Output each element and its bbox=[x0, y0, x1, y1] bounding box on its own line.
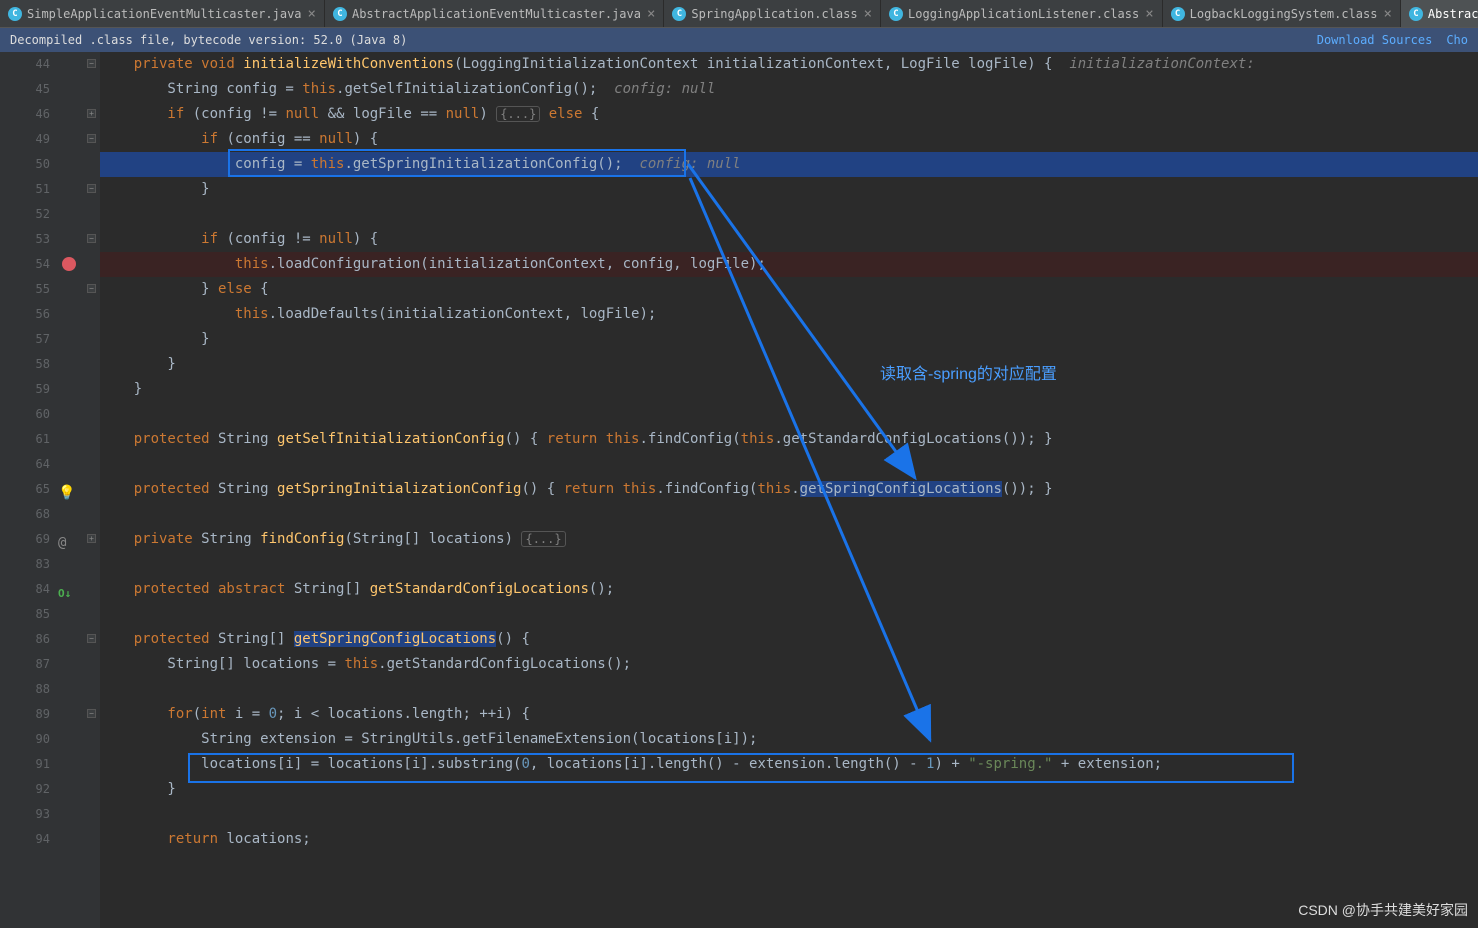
tab-label: LoggingApplicationListener.class bbox=[908, 7, 1139, 21]
code-line[interactable]: if (config == null) { bbox=[100, 127, 1478, 152]
code-line[interactable]: } bbox=[100, 177, 1478, 202]
code-line[interactable]: } bbox=[100, 377, 1478, 402]
code-editor: 44− 45 46+ 49− 50 51− 52 53− 54 55− 56 5… bbox=[0, 52, 1478, 928]
close-icon[interactable]: × bbox=[647, 6, 655, 22]
tab-label: AbstractApplicationEventMulticaster.java bbox=[352, 7, 641, 21]
tab-label: SpringApplication.class bbox=[691, 7, 857, 21]
code-line[interactable] bbox=[100, 502, 1478, 527]
code-line[interactable] bbox=[100, 677, 1478, 702]
decompiled-info-bar: Decompiled .class file, bytecode version… bbox=[0, 28, 1478, 52]
choose-sources-link[interactable]: Cho bbox=[1446, 33, 1468, 47]
editor-tabs: C SimpleApplicationEventMulticaster.java ×… bbox=[0, 0, 1478, 28]
code-line[interactable]: } bbox=[100, 327, 1478, 352]
code-line[interactable]: return locations; bbox=[100, 827, 1478, 852]
code-line[interactable] bbox=[100, 802, 1478, 827]
code-line[interactable]: this.loadDefaults(initializationContext,… bbox=[100, 302, 1478, 327]
code-line[interactable] bbox=[100, 602, 1478, 627]
code-line[interactable] bbox=[100, 452, 1478, 477]
class-icon: C bbox=[333, 7, 347, 21]
code-line[interactable] bbox=[100, 552, 1478, 577]
class-icon: C bbox=[1409, 7, 1423, 21]
line-gutter: 44− 45 46+ 49− 50 51− 52 53− 54 55− 56 5… bbox=[0, 52, 100, 928]
class-icon: C bbox=[1171, 7, 1185, 21]
code-line[interactable]: protected String getSelfInitializationCo… bbox=[100, 427, 1478, 452]
tab-label: SimpleApplicationEventMulticaster.java bbox=[27, 7, 302, 21]
code-line[interactable]: private void initializeWithConventions(L… bbox=[100, 52, 1478, 77]
tab-logback[interactable]: C LogbackLoggingSystem.class × bbox=[1163, 0, 1401, 27]
code-line[interactable]: locations[i] = locations[i].substring(0,… bbox=[100, 752, 1478, 777]
fold-icon[interactable]: + bbox=[87, 534, 96, 543]
tab-label: AbstractLoggingSystem.class bbox=[1428, 7, 1478, 21]
close-icon[interactable]: × bbox=[864, 6, 872, 22]
tab-abstract-logging[interactable]: CAbstractLoggingSystem.class× bbox=[1401, 0, 1478, 27]
csdn-watermark: CSDN @协手共建美好家园 bbox=[1298, 900, 1468, 920]
code-line[interactable]: } bbox=[100, 352, 1478, 377]
breakpoint-icon[interactable] bbox=[62, 257, 76, 271]
tab-spring-app[interactable]: C SpringApplication.class × bbox=[664, 0, 881, 27]
tab-abstract-event[interactable]: C AbstractApplicationEventMulticaster.jav… bbox=[325, 0, 664, 27]
code-line[interactable]: private String findConfig(String[] locat… bbox=[100, 527, 1478, 552]
close-icon[interactable]: × bbox=[308, 6, 316, 22]
tab-simple-event[interactable]: C SimpleApplicationEventMulticaster.java × bbox=[0, 0, 325, 27]
code-line[interactable]: String extension = StringUtils.getFilena… bbox=[100, 727, 1478, 752]
code-line[interactable]: protected abstract String[] getStandardC… bbox=[100, 577, 1478, 602]
tab-logging-listener[interactable]: C LoggingApplicationListener.class × bbox=[881, 0, 1163, 27]
code-line[interactable] bbox=[100, 202, 1478, 227]
class-icon: C bbox=[672, 7, 686, 21]
info-text: Decompiled .class file, bytecode version… bbox=[10, 33, 407, 47]
code-line[interactable]: String config = this.getSelfInitializati… bbox=[100, 77, 1478, 102]
code-line[interactable]: protected String[] getSpringConfigLocati… bbox=[100, 627, 1478, 652]
fold-icon[interactable]: − bbox=[87, 134, 96, 143]
fold-icon[interactable]: − bbox=[87, 284, 96, 293]
code-line[interactable]: for(int i = 0; i < locations.length; ++i… bbox=[100, 702, 1478, 727]
close-icon[interactable]: × bbox=[1145, 6, 1153, 22]
code-line[interactable] bbox=[100, 852, 1478, 877]
code-line[interactable]: protected String getSpringInitialization… bbox=[100, 477, 1478, 502]
annotation-text: 读取含-spring的对应配置 bbox=[880, 360, 1057, 384]
code-line[interactable]: } bbox=[100, 777, 1478, 802]
highlighted-line[interactable]: config = this.getSpringInitializationCon… bbox=[100, 152, 1478, 177]
fold-icon[interactable]: − bbox=[87, 59, 96, 68]
code-line[interactable] bbox=[100, 402, 1478, 427]
breakpoint-line[interactable]: this.loadConfiguration(initializationCon… bbox=[100, 252, 1478, 277]
fold-icon[interactable]: − bbox=[87, 234, 96, 243]
class-icon: C bbox=[889, 7, 903, 21]
download-sources-link[interactable]: Download Sources bbox=[1317, 33, 1433, 47]
fold-icon[interactable]: − bbox=[87, 184, 96, 193]
fold-icon[interactable]: − bbox=[87, 709, 96, 718]
fold-icon[interactable]: − bbox=[87, 634, 96, 643]
code-area[interactable]: private void initializeWithConventions(L… bbox=[100, 52, 1478, 928]
class-icon: C bbox=[8, 7, 22, 21]
tab-label: LogbackLoggingSystem.class bbox=[1190, 7, 1378, 21]
code-line[interactable]: if (config != null) { bbox=[100, 227, 1478, 252]
fold-icon[interactable]: + bbox=[87, 109, 96, 118]
code-line[interactable]: if (config != null && logFile == null) {… bbox=[100, 102, 1478, 127]
code-line[interactable]: String[] locations = this.getStandardCon… bbox=[100, 652, 1478, 677]
close-icon[interactable]: × bbox=[1383, 6, 1391, 22]
code-line[interactable]: } else { bbox=[100, 277, 1478, 302]
